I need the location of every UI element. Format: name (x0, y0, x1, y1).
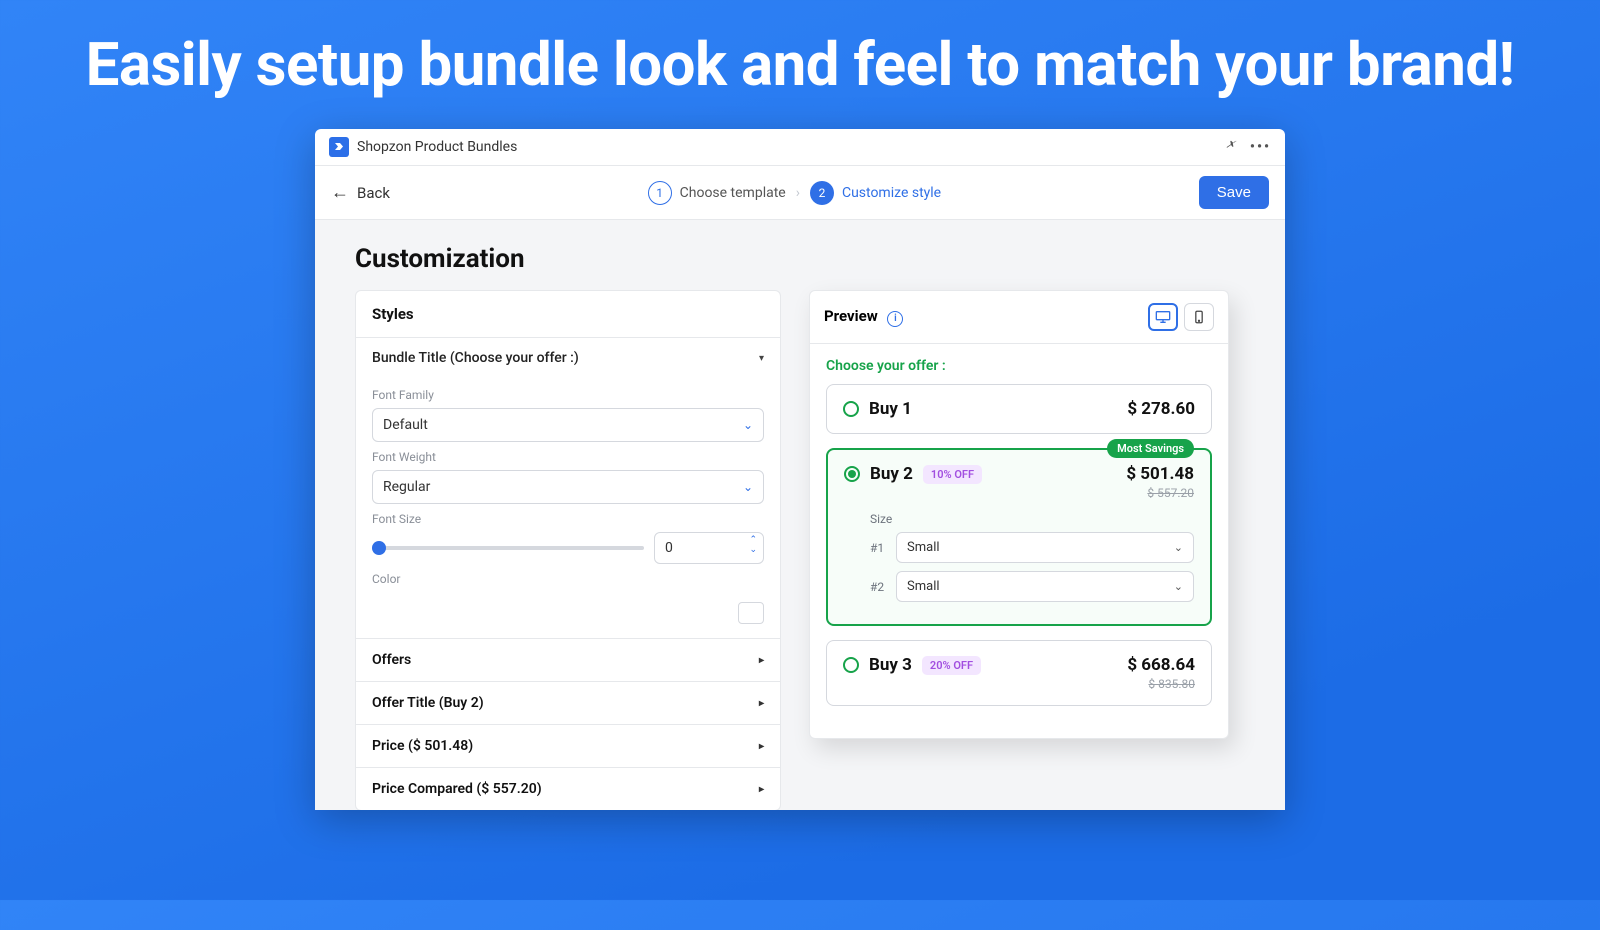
price-label: Price ($ 501.48) (372, 738, 473, 754)
page-title: Customization (355, 244, 1245, 274)
offer-2-old-price: $ 557.20 (1126, 486, 1194, 500)
pin-icon[interactable] (1224, 138, 1238, 156)
radio-unselected-icon[interactable] (843, 657, 859, 673)
font-size-label: Font Size (372, 512, 764, 526)
font-size-input[interactable]: 0 ⌃ ⌄ (654, 532, 764, 564)
caret-right-icon: ▸ (759, 655, 764, 666)
info-icon[interactable]: i (887, 311, 903, 327)
caret-down-icon: ▾ (759, 353, 764, 364)
color-picker[interactable] (738, 602, 764, 624)
variant-2-index: #2 (870, 580, 888, 594)
app-title: Shopzon Product Bundles (357, 139, 517, 155)
preview-panel: Preview i Choose your offer : (809, 290, 1229, 739)
variant-1-index: #1 (870, 541, 888, 555)
offers-section[interactable]: Offers ▸ (356, 638, 780, 681)
stepper-down-icon[interactable]: ⌄ (749, 546, 757, 555)
variant-1-select[interactable]: Small ⌄ (896, 532, 1194, 563)
caret-right-icon: ▸ (759, 784, 764, 795)
font-family-select[interactable]: Default ⌄ (372, 408, 764, 442)
page-body: Customization Styles Bundle Title (Choos… (315, 220, 1285, 810)
offer-2-name: Buy 2 (870, 464, 913, 484)
step-number-1: 1 (648, 181, 672, 205)
color-label: Color (372, 572, 764, 586)
price-compared-label: Price Compared ($ 557.20) (372, 781, 542, 797)
offer-3-price: $ 668.64 (1127, 655, 1195, 675)
app-topbar: Shopzon Product Bundles ••• (315, 129, 1285, 166)
desktop-preview-button[interactable] (1148, 303, 1178, 331)
app-window: Shopzon Product Bundles ••• ← Back 1 Cho… (315, 129, 1285, 810)
wizard-step-2[interactable]: 2 Customize style (810, 181, 941, 205)
offer-heading: Choose your offer : (826, 358, 1212, 374)
font-family-label: Font Family (372, 388, 764, 402)
radio-unselected-icon[interactable] (843, 401, 859, 417)
offer-card-1[interactable]: Buy 1 $ 278.60 (826, 384, 1212, 434)
arrow-left-icon: ← (331, 182, 349, 203)
offer-1-price: $ 278.60 (1127, 399, 1195, 419)
font-weight-value: Regular (383, 479, 430, 495)
offer-title-label: Offer Title (Buy 2) (372, 695, 484, 711)
chevron-down-icon: ⌄ (743, 418, 753, 432)
save-button[interactable]: Save (1199, 176, 1269, 209)
most-savings-badge: Most Savings (1107, 439, 1194, 458)
font-size-slider[interactable] (372, 546, 644, 550)
font-size-value: 0 (665, 540, 673, 556)
back-button[interactable]: ← Back (331, 182, 390, 203)
wizard-step-1[interactable]: 1 Choose template (648, 181, 786, 205)
radio-selected-icon[interactable] (844, 466, 860, 482)
offer-3-old-price: $ 835.80 (1127, 677, 1195, 691)
more-icon[interactable]: ••• (1250, 139, 1271, 155)
offer-3-name: Buy 3 (869, 655, 912, 675)
chevron-down-icon: ⌄ (1174, 541, 1183, 554)
price-compared-section[interactable]: Price Compared ($ 557.20) ▸ (356, 767, 780, 810)
mobile-preview-button[interactable] (1184, 303, 1214, 331)
font-weight-label: Font Weight (372, 450, 764, 464)
offer-3-discount-badge: 20% OFF (922, 656, 981, 675)
caret-right-icon: ▸ (759, 741, 764, 752)
bundle-title-section[interactable]: Bundle Title (Choose your offer :) ▾ (356, 338, 780, 378)
offer-2-price: $ 501.48 (1126, 464, 1194, 484)
bundle-title-label: Bundle Title (Choose your offer :) (372, 350, 579, 366)
hero-headline: Easily setup bundle look and feel to mat… (0, 30, 1600, 99)
app-logo-icon (329, 137, 349, 157)
step-label-2: Customize style (842, 185, 941, 201)
styles-panel: Styles Bundle Title (Choose your offer :… (355, 290, 781, 810)
offers-label: Offers (372, 652, 411, 668)
caret-right-icon: ▸ (759, 698, 764, 709)
offer-2-discount-badge: 10% OFF (923, 465, 982, 484)
back-label: Back (357, 184, 390, 202)
font-weight-select[interactable]: Regular ⌄ (372, 470, 764, 504)
offer-card-3[interactable]: Buy 3 20% OFF $ 668.64 $ 835.80 (826, 640, 1212, 706)
slider-thumb[interactable] (372, 541, 386, 555)
stepper-up-icon[interactable]: ⌃ (749, 536, 757, 545)
offer-title-section[interactable]: Offer Title (Buy 2) ▸ (356, 681, 780, 724)
chevron-right-icon: › (796, 185, 800, 201)
step-label-1: Choose template (680, 185, 786, 201)
variant-2-value: Small (907, 579, 940, 594)
chevron-down-icon: ⌄ (743, 480, 753, 494)
preview-title: Preview (824, 307, 878, 325)
step-number-2: 2 (810, 181, 834, 205)
offer-card-2[interactable]: Most Savings Buy 2 10% OFF $ 501.48 $ 55… (826, 448, 1212, 626)
variant-2-select[interactable]: Small ⌄ (896, 571, 1194, 602)
variant-1-value: Small (907, 540, 940, 555)
chevron-down-icon: ⌄ (1174, 580, 1183, 593)
variant-size-label: Size (870, 512, 1194, 526)
styles-panel-header: Styles (356, 291, 780, 338)
font-family-value: Default (383, 417, 428, 433)
price-section[interactable]: Price ($ 501.48) ▸ (356, 724, 780, 767)
wizard-header: ← Back 1 Choose template › 2 Customize s… (315, 166, 1285, 220)
offer-1-name: Buy 1 (869, 399, 912, 419)
